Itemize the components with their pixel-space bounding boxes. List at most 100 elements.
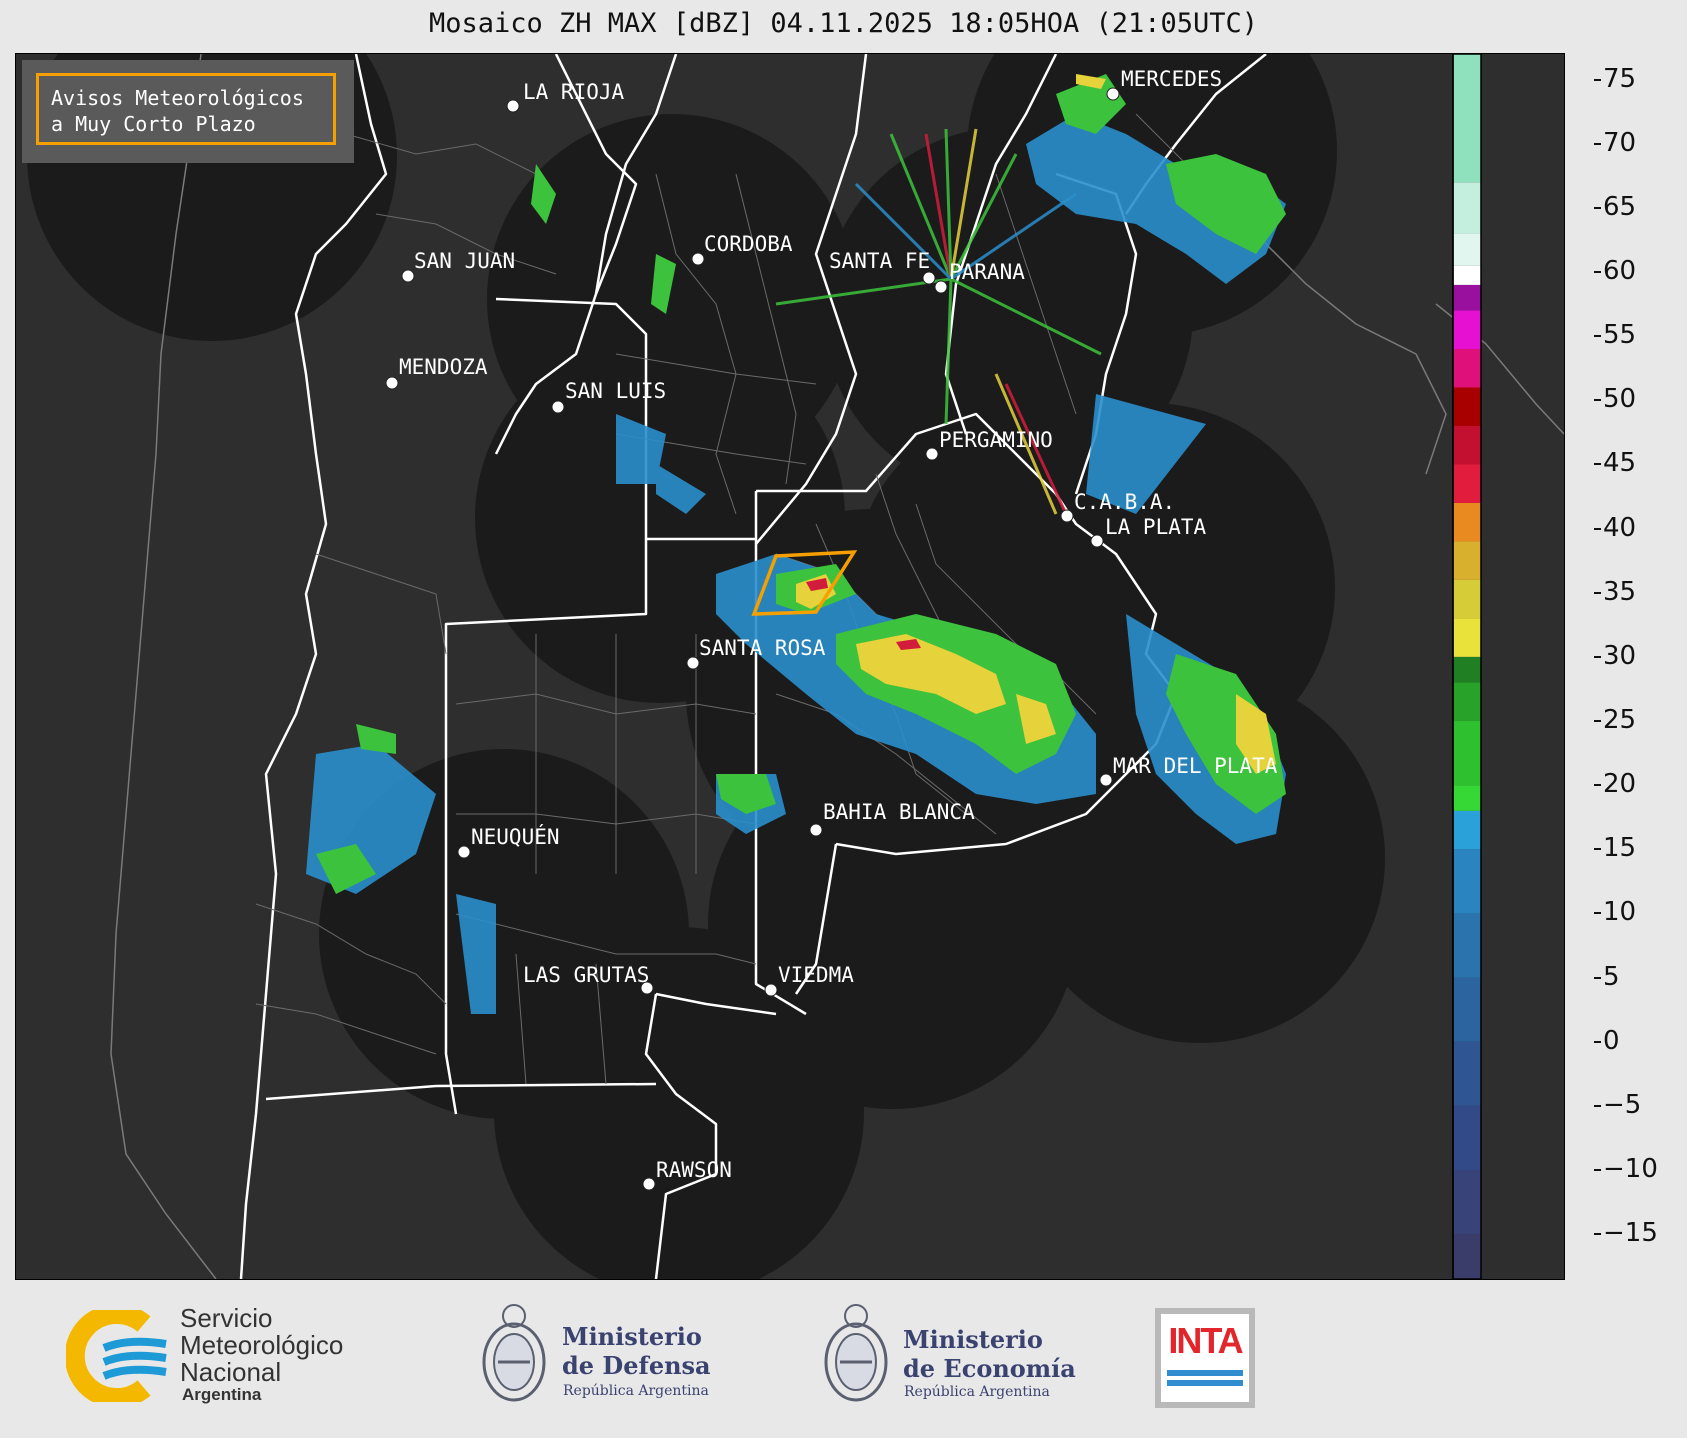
city-label-pergamino: PERGAMINO <box>939 428 1053 452</box>
city-label-san-juan: SAN JUAN <box>414 249 515 273</box>
colorbar-segment <box>1453 656 1481 683</box>
colorbar-tick-label: 30 <box>1603 640 1637 671</box>
colorbar-segment <box>1453 579 1481 619</box>
smn-name-line4: Argentina <box>182 1385 262 1404</box>
colorbar-tick-mark <box>1594 527 1601 530</box>
smn-name-line3: Nacional <box>180 1357 282 1387</box>
warning-legend-line2: a Muy Corto Plazo <box>51 112 256 136</box>
city-label-mendoza: MENDOZA <box>399 355 488 379</box>
colorbar-tick-label: 20 <box>1603 769 1637 800</box>
colorbar-tick-mark <box>1594 655 1601 658</box>
colorbar-tick-label: 0 <box>1603 1025 1620 1056</box>
warning-legend-frame: Avisos Meteorológicos a Muy Corto Plazo <box>36 73 336 145</box>
colorbar-tick-label: −5 <box>1603 1089 1642 1120</box>
colorbar-segment <box>1453 464 1481 503</box>
inta-logo-text: INTA <box>1168 1320 1243 1361</box>
colorbar-tick-label: 5 <box>1603 961 1620 992</box>
colorbar-tick-mark <box>1594 976 1601 979</box>
colorbar-segment <box>1453 349 1481 388</box>
colorbar-segment <box>1453 54 1481 183</box>
colorbar-tick-mark <box>1594 1104 1601 1107</box>
colorbar-tick-mark <box>1594 784 1601 787</box>
colorbar-segment <box>1453 541 1481 580</box>
colorbar-segment <box>1453 265 1481 285</box>
warning-legend-line1: Avisos Meteorológicos <box>51 86 304 110</box>
colorbar-segment <box>1453 1041 1481 1106</box>
colorbar-segment <box>1453 618 1481 657</box>
colorbar-segment <box>1453 785 1481 811</box>
colorbar-segment <box>1453 425 1481 465</box>
colorbar-tick-mark <box>1594 399 1601 402</box>
colorbar-segment <box>1453 233 1481 266</box>
city-label-las-grutas: LAS GRUTAS <box>523 963 649 987</box>
colorbar-tick-label: 35 <box>1603 576 1637 607</box>
colorbar-tick-mark <box>1594 720 1601 723</box>
logo-footer: Servicio Meteorológico Nacional Argentin… <box>0 1280 1687 1438</box>
defensa-seal-icon <box>482 1304 546 1402</box>
colorbar-segment <box>1453 182 1481 234</box>
colorbar-tick-label: 60 <box>1603 256 1637 287</box>
colorbar-tick-mark <box>1594 142 1601 145</box>
colorbar-segment <box>1453 849 1481 914</box>
city-label-mar-del-plata: MAR DEL PLATA <box>1113 754 1278 778</box>
colorbar-tick-label: 45 <box>1603 448 1637 479</box>
city-label-rawson: RAWSON <box>656 1158 732 1182</box>
colorbar-segment <box>1453 1105 1481 1170</box>
city-label-mercedes: MERCEDES <box>1121 67 1222 91</box>
economia-line3: República Argentina <box>904 1384 1050 1400</box>
colorbar-tick-mark <box>1594 271 1601 274</box>
city-label-la-rioja: LA RIOJA <box>523 80 625 104</box>
warning-legend: Avisos Meteorológicos a Muy Corto Plazo <box>22 60 354 163</box>
city-label-parana: PARANA <box>949 260 1025 284</box>
colorbar-tick-label: 65 <box>1603 191 1637 222</box>
colorbar-tick-label: 25 <box>1603 705 1637 736</box>
colorbar-segment <box>1453 310 1481 350</box>
colorbar-tick-label: 70 <box>1603 127 1637 158</box>
city-label-santa-fe: SANTA FE <box>829 249 930 273</box>
colorbar-segment <box>1453 1169 1481 1235</box>
colorbar-tick-mark <box>1594 1233 1601 1236</box>
defensa-line3: República Argentina <box>563 1383 709 1399</box>
economia-line1: Ministerio <box>903 1325 1043 1354</box>
colorbar-tick-label: 40 <box>1603 512 1637 543</box>
colorbar-tick-mark <box>1594 912 1601 915</box>
colorbar-tick-mark <box>1594 1168 1601 1171</box>
city-label-bahia-blanca: BAHIA BLANCA <box>823 800 975 824</box>
colorbar-segment <box>1453 682 1481 722</box>
colorbar-segment <box>1453 913 1481 978</box>
colorbar-tick-label: 75 <box>1603 63 1637 94</box>
radar-map[interactable]: LA RIOJA MERCEDES SAN JUAN CORDOBA SANTA… <box>15 53 1565 1280</box>
colorbar-segment <box>1453 387 1481 426</box>
city-label-santa-rosa: SANTA ROSA <box>699 636 826 660</box>
city-label-neuquen: NEUQUÉN <box>471 824 560 849</box>
colorbar <box>1452 54 1482 1279</box>
colorbar-tick-mark <box>1594 206 1601 209</box>
colorbar-tick-label: 50 <box>1603 384 1637 415</box>
colorbar-tick-label: −15 <box>1603 1218 1658 1249</box>
colorbar-segment <box>1453 977 1481 1042</box>
colorbar-tick-mark <box>1594 463 1601 466</box>
colorbar-segment <box>1453 810 1481 850</box>
city-label-cordoba: CORDOBA <box>704 232 793 256</box>
map-title: Mosaico ZH MAX [dBZ] 04.11.2025 18:05HOA… <box>428 8 1259 39</box>
colorbar-tick-mark <box>1594 335 1601 338</box>
city-label-la-plata: LA PLATA <box>1105 515 1207 539</box>
economia-seal-icon <box>824 1304 888 1402</box>
city-label-viedma: VIEDMA <box>778 963 854 987</box>
colorbar-tick-mark <box>1594 78 1601 81</box>
colorbar-tick-label: 10 <box>1603 897 1637 928</box>
smn-logo-icon <box>66 1310 167 1402</box>
colorbar-segment <box>1453 502 1481 542</box>
city-label-san-luis: SAN LUIS <box>565 379 666 403</box>
colorbar-tick-mark <box>1594 848 1601 851</box>
colorbar-tick-mark <box>1594 591 1601 594</box>
city-label-caba: C.A.B.A. <box>1074 490 1175 514</box>
colorbar-tick-label: −10 <box>1603 1153 1658 1184</box>
colorbar-segment <box>1453 1234 1481 1279</box>
defensa-line2: de Defensa <box>562 1351 711 1380</box>
colorbar-segment <box>1453 284 1481 311</box>
colorbar-tick-label: 55 <box>1603 320 1637 351</box>
colorbar-tick-label: 15 <box>1603 833 1637 864</box>
colorbar-tick-mark <box>1594 1040 1601 1043</box>
inta-logo: INTA <box>1155 1308 1255 1408</box>
